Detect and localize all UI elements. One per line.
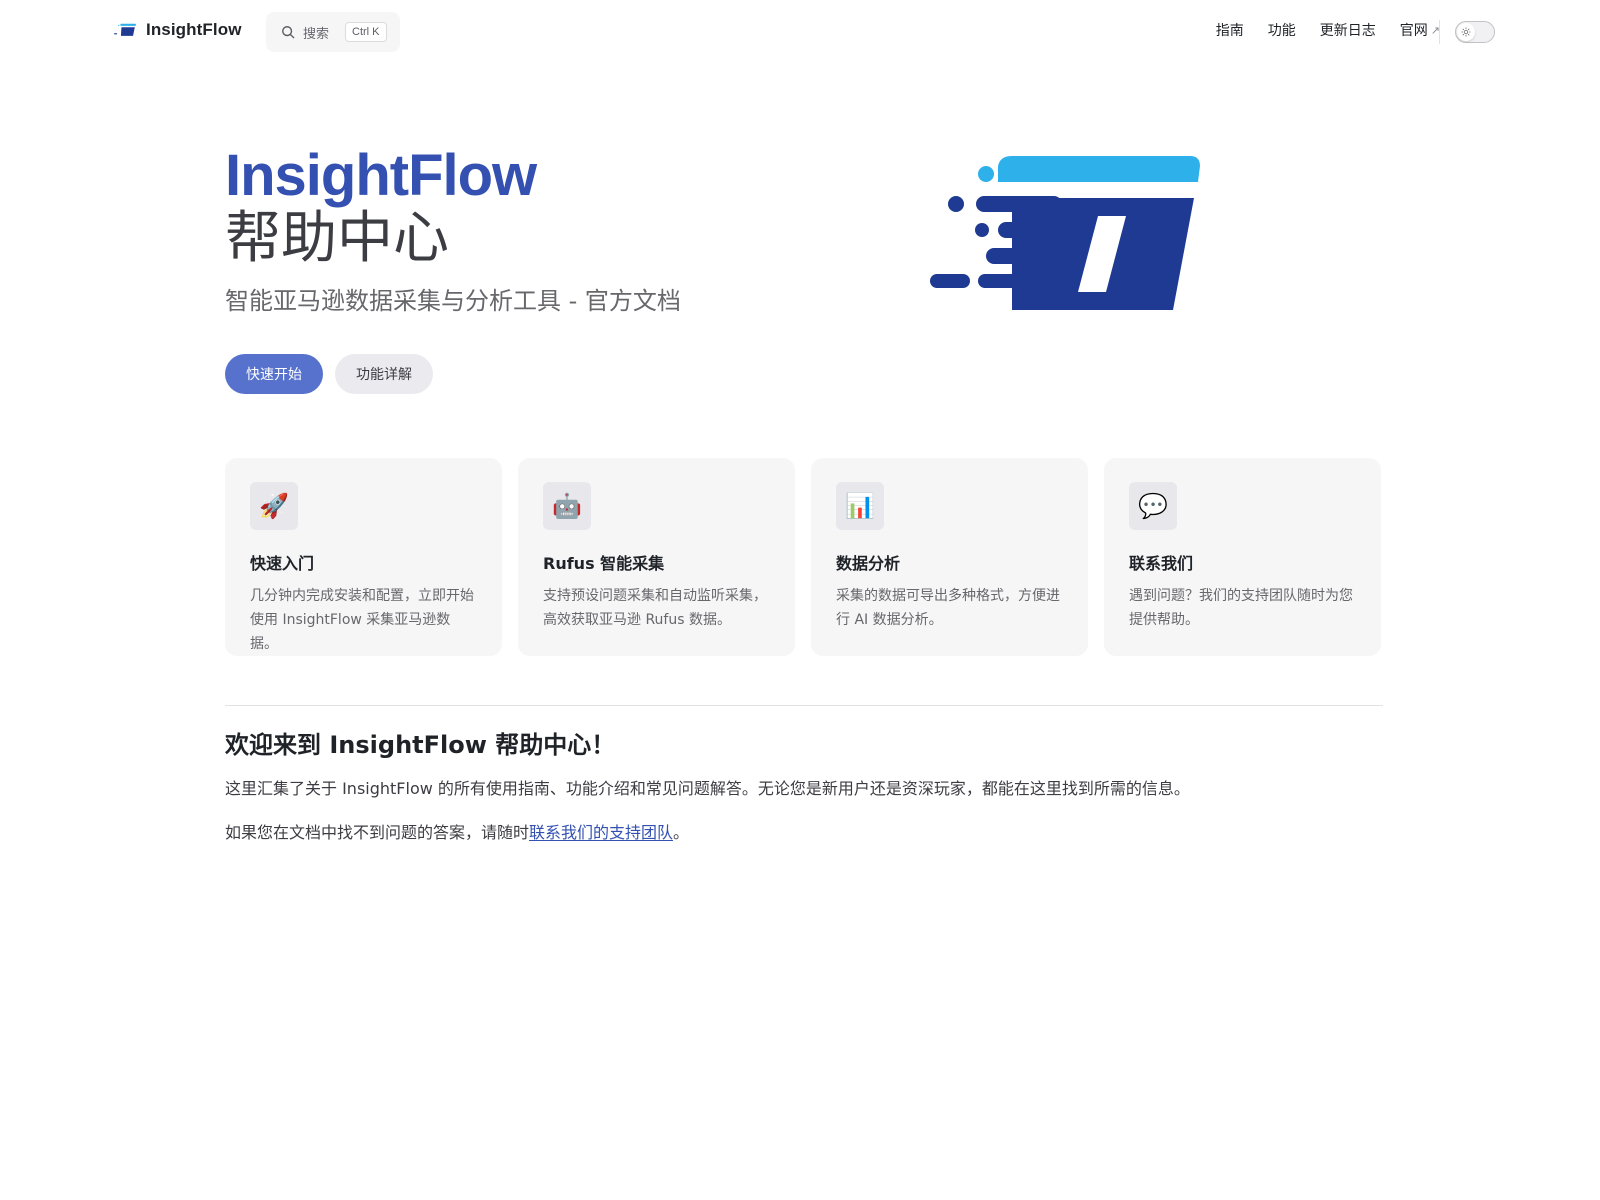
nav-item-features[interactable]: 功能 [1268,20,1296,40]
robot-icon: 🤖 [543,482,591,530]
feature-card-data-analysis[interactable]: 📊 数据分析 采集的数据可导出多种格式，方便进行 AI 数据分析。 [811,458,1088,656]
insightflow-logo-icon [114,23,136,36]
hero-subtitle: 帮助中心 [225,206,449,271]
feature-details-button[interactable]: 功能详解 [335,354,433,394]
theme-toggle-knob [1457,23,1475,41]
feature-card-quick-start[interactable]: 🚀 快速入门 几分钟内完成安装和配置，立即开始使用 InsightFlow 采集… [225,458,502,656]
nav-item-official-site[interactable]: 官网 ↗ [1400,20,1440,40]
brand-home-link[interactable]: InsightFlow [114,20,242,40]
support-text: 如果您在文档中找不到问题的答案，请随时 [225,823,530,842]
feature-title: 快速入门 [250,554,315,573]
rocket-icon: 🚀 [250,482,298,530]
feature-card-rufus[interactable]: 🤖 Rufus 智能采集 支持预设问题采集和自动监听采集，高效获取亚马逊 Ruf… [518,458,795,656]
nav-item-label: 更新日志 [1319,22,1376,38]
features-grid: 🚀 快速入门 几分钟内完成安装和配置，立即开始使用 InsightFlow 采集… [225,458,1381,656]
feature-details: 遇到问题？我们的支持团队随时为您提供帮助。 [1129,588,1353,628]
sun-icon [1461,27,1471,37]
support-paragraph: 如果您在文档中找不到问题的答案，请随时联系我们的支持团队。 [225,819,1383,847]
intro-paragraph: 这里汇集了关于 InsightFlow 的所有使用指南、功能介绍和常见问题解答。… [225,779,1190,798]
bar-chart-icon: 📊 [836,482,884,530]
search-placeholder: 搜索 [303,25,330,41]
feature-details: 采集的数据可导出多种格式，方便进行 AI 数据分析。 [836,588,1060,628]
nav-item-label: 官网 [1399,22,1428,38]
brand-name: InsightFlow [146,20,242,39]
welcome-heading: 欢迎来到 InsightFlow 帮助中心！ [225,729,1383,761]
search-button[interactable]: 搜索 Ctrl K [266,12,400,52]
feature-details: 支持预设问题采集和自动监听采集，高效获取亚马逊 Rufus 数据。 [543,588,767,628]
search-icon [282,26,295,39]
nav-item-changelog[interactable]: 更新日志 [1320,20,1376,40]
speech-bubble-icon: 💬 [1129,482,1177,530]
hero-title: InsightFlow [225,143,537,208]
content-divider [225,705,1383,706]
support-text: 。 [673,823,690,842]
quick-start-button[interactable]: 快速开始 [225,354,323,394]
nav-item-guide[interactable]: 指南 [1216,20,1244,40]
feature-title: 联系我们 [1129,554,1194,573]
hero-logo-icon [930,156,1200,310]
main-content: 欢迎来到 InsightFlow 帮助中心！ 这里汇集了关于 InsightFl… [225,729,1383,847]
nav-menu: 指南 功能 更新日志 官网 ↗ [1216,20,1440,40]
hero-tagline: 智能亚马逊数据采集与分析工具 - 官方文档 [225,287,681,315]
theme-toggle[interactable] [1455,21,1495,43]
nav-divider [1439,20,1440,44]
nav-item-label: 指南 [1215,22,1244,38]
heading-text: 帮助中心！ [486,731,616,759]
top-navbar: InsightFlow 搜索 Ctrl K 指南 功能 更新日志 官网 ↗ [0,0,1600,64]
hero-actions: 快速开始 功能详解 [225,354,433,394]
hero-section: InsightFlow 帮助中心 智能亚马逊数据采集与分析工具 - 官方文档 [225,145,865,317]
support-team-link[interactable]: 联系我们的支持团队 [529,823,673,842]
feature-card-contact[interactable]: 💬 联系我们 遇到问题？我们的支持团队随时为您提供帮助。 [1104,458,1381,656]
feature-title: Rufus 智能采集 [543,554,665,573]
feature-title: 数据分析 [836,554,901,573]
nav-item-label: 功能 [1267,22,1296,38]
search-shortcut-key: Ctrl K [345,22,387,42]
heading-text: 欢迎来到 [225,731,330,759]
feature-details: 几分钟内完成安装和配置，立即开始使用 InsightFlow 采集亚马逊数据。 [250,588,474,652]
heading-brand: InsightFlow [329,731,487,759]
